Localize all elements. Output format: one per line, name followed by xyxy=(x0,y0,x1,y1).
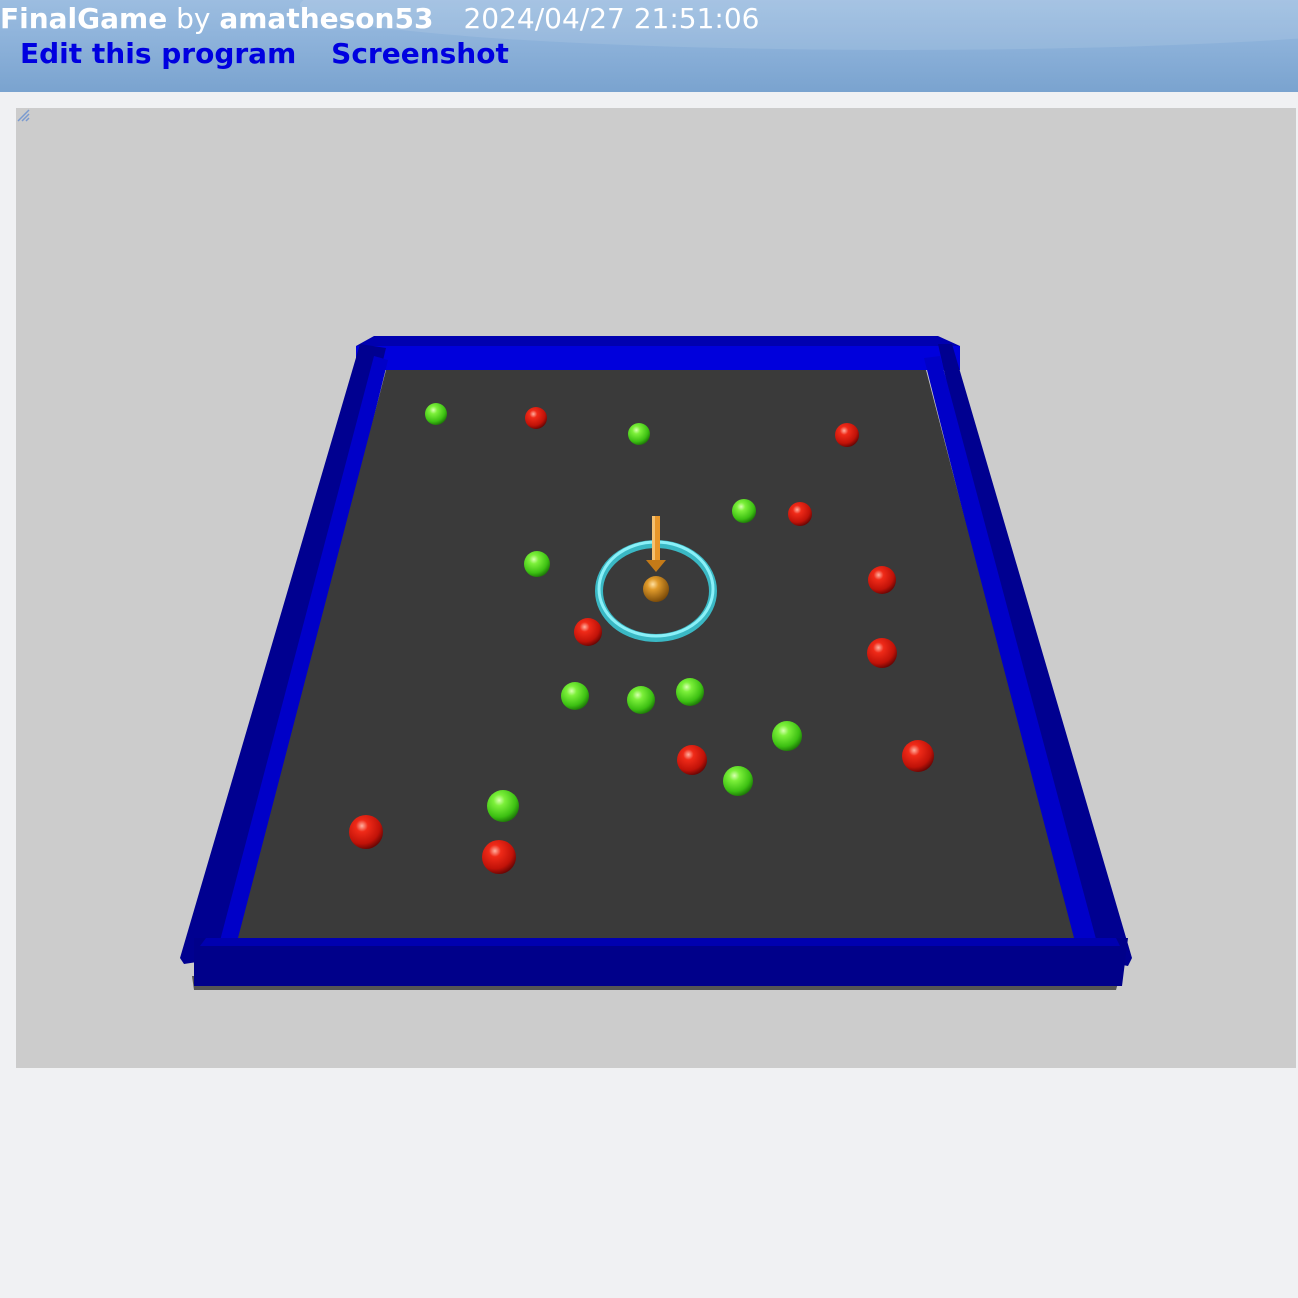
green-ball xyxy=(732,499,756,523)
game-scene xyxy=(180,336,1132,990)
red-ball xyxy=(868,566,896,594)
red-ball xyxy=(835,423,859,447)
red-ball xyxy=(902,740,934,772)
program-name: FinalGame xyxy=(0,2,168,35)
header-links: Edit this program Screenshot xyxy=(20,37,535,71)
red-ball xyxy=(349,815,383,849)
program-header: FinalGame by amatheson53 2024/04/27 21:51… xyxy=(0,0,1298,92)
far-wall xyxy=(356,336,960,346)
resize-grip-icon[interactable] xyxy=(16,108,30,122)
program-title-line: FinalGame by amatheson53 2024/04/27 21:51… xyxy=(0,2,759,36)
red-ball xyxy=(788,502,812,526)
near-wall-top xyxy=(200,938,1120,946)
player-ball xyxy=(643,576,669,602)
red-ball xyxy=(677,745,707,775)
far-wall-top xyxy=(356,346,960,370)
by-label: by xyxy=(176,2,211,35)
green-ball xyxy=(627,686,655,714)
game-canvas[interactable] xyxy=(16,108,1296,1068)
screenshot-link[interactable]: Screenshot xyxy=(331,37,509,70)
green-ball xyxy=(772,721,802,751)
red-ball xyxy=(525,407,547,429)
timestamp: 2024/04/27 21:51:06 xyxy=(463,2,760,35)
green-ball xyxy=(676,678,704,706)
green-ball xyxy=(628,423,650,445)
green-ball xyxy=(487,790,519,822)
edit-program-link[interactable]: Edit this program xyxy=(20,37,296,70)
green-ball xyxy=(561,682,589,710)
author-name: amatheson53 xyxy=(219,2,434,35)
red-ball xyxy=(867,638,897,668)
green-ball xyxy=(723,766,753,796)
red-ball xyxy=(482,840,516,874)
green-ball xyxy=(425,403,447,425)
red-ball xyxy=(574,618,602,646)
green-ball xyxy=(524,551,550,577)
